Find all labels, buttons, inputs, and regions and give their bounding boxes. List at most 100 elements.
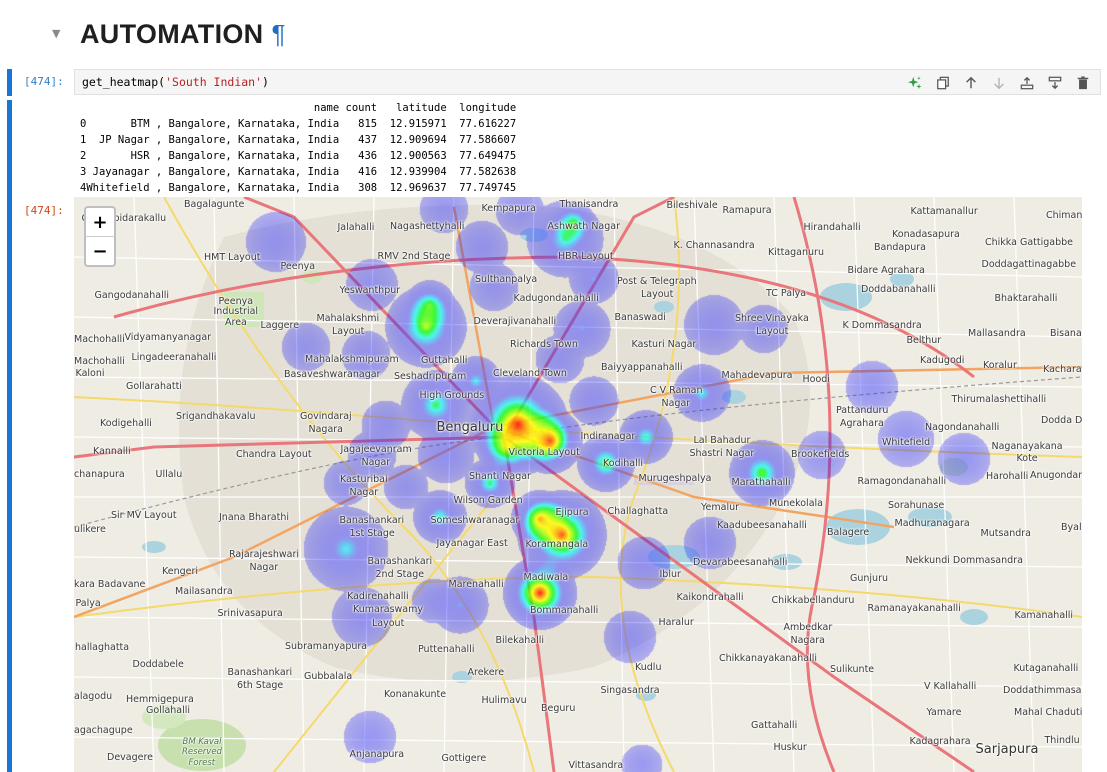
map-label: Machohalli bbox=[74, 356, 125, 367]
output-active-indicator[interactable] bbox=[7, 100, 12, 772]
map-label: chanapura bbox=[74, 469, 125, 480]
map-label: Mahalakshmi bbox=[316, 313, 380, 324]
map-label: RMV 2nd Stage bbox=[377, 251, 451, 262]
delete-icon bbox=[1077, 76, 1089, 90]
map-label: Banashankari bbox=[367, 556, 433, 567]
heatmap[interactable]: Bagalagunte Kempapura Thanisandra Bileshiva… bbox=[74, 197, 1082, 772]
map-label: Guttahalli bbox=[421, 355, 468, 366]
map-label: Subramanyapura bbox=[285, 641, 368, 652]
map-label: Deverajivanahalli bbox=[473, 316, 557, 327]
map-label: Peenya bbox=[280, 261, 316, 272]
map-label: Kannalli bbox=[93, 446, 131, 457]
map-label: Seshadripuram bbox=[394, 371, 467, 382]
map-label: Post & Telegraph bbox=[617, 276, 697, 287]
map-label: Banashankari bbox=[227, 667, 293, 678]
sparkle-icon bbox=[908, 76, 922, 90]
collapse-caret-icon[interactable]: ▼ bbox=[52, 27, 66, 41]
map-label: Layout bbox=[372, 618, 405, 629]
map-label: Jayanagar East bbox=[436, 538, 508, 549]
map-label: Reserved bbox=[182, 747, 222, 757]
map-label: Kadirenahalli bbox=[347, 591, 409, 602]
map-label: Kittaganuru bbox=[768, 247, 824, 258]
map-label: Kachara bbox=[1043, 364, 1082, 375]
map-label: K Dommasandra bbox=[842, 320, 922, 331]
move-down-button[interactable] bbox=[988, 74, 1010, 92]
insert-above-button[interactable] bbox=[1016, 74, 1038, 92]
map-label: Doddabele bbox=[132, 659, 184, 670]
map-label: hallaghatta bbox=[75, 642, 130, 653]
duplicate-cell-button[interactable] bbox=[932, 74, 954, 92]
zoom-out-button[interactable]: − bbox=[86, 237, 114, 265]
map-label: Sulikunte bbox=[830, 664, 875, 675]
move-up-button[interactable] bbox=[960, 74, 982, 92]
map-label: Ramanayakanahalli bbox=[867, 603, 961, 614]
map-label: Harohalli bbox=[986, 471, 1029, 482]
map-label: Pattanduru bbox=[836, 405, 889, 416]
map-label: Gubbalala bbox=[304, 671, 353, 682]
map-label: Vidyamanyanagar bbox=[124, 332, 212, 343]
map-label: Nagar bbox=[349, 487, 379, 498]
map-label: K. Channasandra bbox=[673, 240, 755, 251]
map-label: Koralur bbox=[983, 360, 1017, 371]
map-label: Kutaganahalli bbox=[1013, 663, 1079, 674]
map-label: Baiyyappanahalli bbox=[601, 362, 683, 373]
map-label: Brookefields bbox=[791, 449, 850, 460]
map-label: Bagalagunte bbox=[184, 199, 245, 210]
map-label: Palya bbox=[75, 598, 101, 609]
map-label: TC Palya bbox=[766, 288, 807, 299]
insert-below-button[interactable] bbox=[1044, 74, 1066, 92]
map-label: Chandra Layout bbox=[236, 449, 312, 460]
map-label: 2nd Stage bbox=[375, 569, 425, 580]
map-label: Thanisandra bbox=[559, 199, 619, 210]
map-label: Indiranagar bbox=[580, 431, 636, 442]
map-label: Yeswanthpur bbox=[339, 285, 401, 296]
map-label: Bhaktarahalli bbox=[994, 293, 1058, 304]
anchor-link-icon[interactable]: ¶ bbox=[271, 19, 285, 50]
code-cell-input[interactable]: get_heatmap('South Indian') bbox=[74, 69, 1101, 95]
map-label: Sarjapura bbox=[975, 742, 1039, 757]
map-label: Nagara bbox=[790, 635, 826, 646]
zoom-in-button[interactable]: + bbox=[86, 208, 114, 237]
map-label: Chikkabellanduru bbox=[771, 595, 855, 606]
map-label: Chiman bbox=[1046, 210, 1082, 221]
map-label: V Kallahalli bbox=[924, 681, 977, 692]
cell-toolbar bbox=[904, 74, 1094, 92]
map-label: Singasandra bbox=[600, 685, 660, 696]
map-label: Anjanapura bbox=[349, 749, 405, 760]
map-label: Sulthanpalya bbox=[475, 274, 538, 285]
map-label: Bommanahalli bbox=[530, 605, 599, 616]
map-label: Bilekahalli bbox=[495, 635, 545, 646]
map-label: ulikere bbox=[74, 524, 106, 535]
section-heading: ▼ AUTOMATION ¶ bbox=[52, 14, 285, 54]
generate-button[interactable] bbox=[904, 74, 926, 92]
dataframe-output: name count latitude longitude 0 BTM , Ba… bbox=[80, 102, 517, 194]
map-label: Kasturibai bbox=[340, 474, 388, 485]
map-label: Kaikondrahalli bbox=[676, 592, 744, 603]
map-label: Bandapura bbox=[874, 242, 926, 253]
map-label: Marathahalli bbox=[731, 477, 791, 488]
map-label: Layout bbox=[332, 326, 365, 337]
map-label: C V Raman bbox=[650, 385, 703, 396]
map-label: Sir MV Layout bbox=[111, 510, 177, 521]
map-label: Shanti Nagar bbox=[469, 471, 531, 482]
map-label: Lal Bahadur bbox=[693, 435, 751, 446]
map-label: Gunjuru bbox=[850, 573, 888, 584]
map-label: Doddathimmasa bbox=[1003, 685, 1082, 696]
map-label: Kaloni bbox=[75, 368, 105, 379]
map-label: Mahadevapura bbox=[721, 370, 793, 381]
map-label: Kamanahalli bbox=[1014, 610, 1074, 621]
code-function: get_heatmap( bbox=[82, 75, 166, 89]
map-label: 1st Stage bbox=[349, 528, 395, 539]
map-label: Area bbox=[225, 317, 247, 328]
map-label: Rajarajeshwari bbox=[229, 549, 299, 560]
map-label: Basaveshwaranagar bbox=[284, 369, 381, 380]
map-label: Kasturi Nagar bbox=[631, 339, 697, 350]
map-label: Gollahalli bbox=[146, 705, 191, 716]
map-label: Kodihalli bbox=[603, 458, 643, 469]
map-label: Shree Vinayaka bbox=[735, 313, 809, 324]
map-label: Madiwala bbox=[523, 572, 569, 583]
map-label: Mahalakshmipuram bbox=[305, 354, 399, 365]
delete-cell-button[interactable] bbox=[1072, 74, 1094, 92]
map-label: Mailasandra bbox=[175, 586, 233, 597]
map-label: Byal bbox=[1061, 522, 1082, 533]
